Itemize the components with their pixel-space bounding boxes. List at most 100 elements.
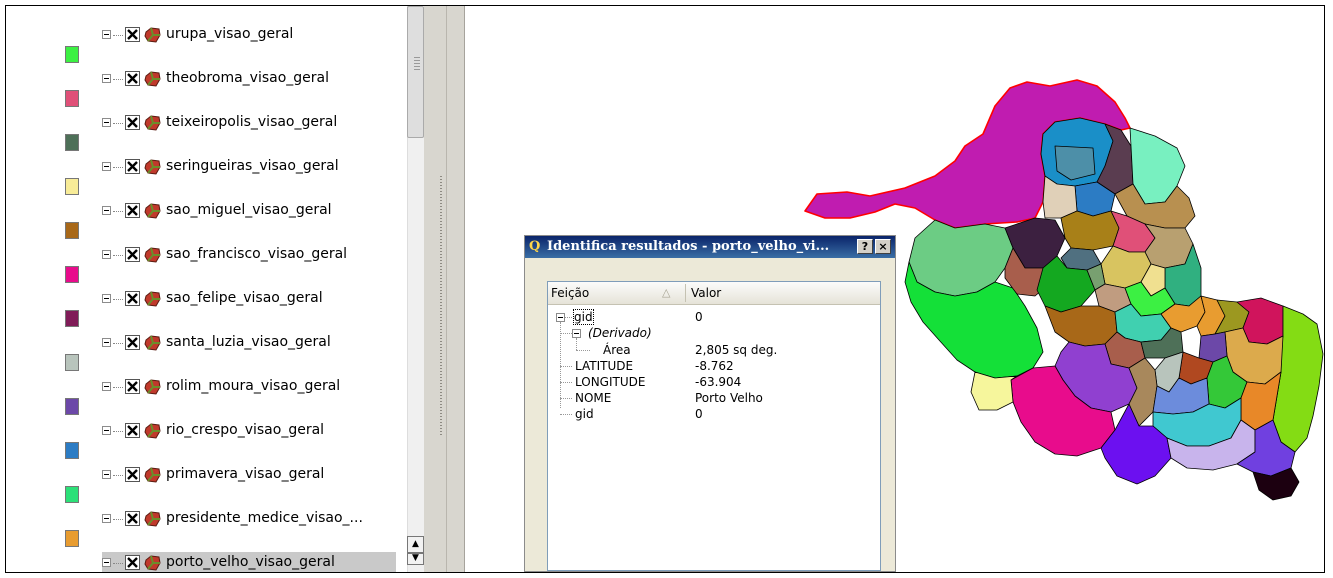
layer-visibility-checkbox[interactable]: [125, 159, 140, 174]
collapse-icon[interactable]: [556, 313, 565, 322]
collapse-icon[interactable]: [102, 162, 111, 171]
collapse-icon[interactable]: [102, 118, 111, 127]
scroll-down-button[interactable]: ▼: [407, 553, 424, 565]
layer-name[interactable]: sao_felipe_visao_geral: [166, 290, 323, 306]
panel-splitter[interactable]: [424, 6, 465, 572]
layer-row-head[interactable]: urupa_visao_geral: [102, 24, 396, 46]
layer-item[interactable]: sao_francisco_visao_geral: [6, 244, 407, 288]
layer-item[interactable]: urupa_visao_geral: [6, 24, 407, 68]
collapse-icon[interactable]: [102, 294, 111, 303]
layer-name[interactable]: rio_crespo_visao_geral: [166, 422, 324, 438]
collapse-icon[interactable]: [102, 470, 111, 479]
derived-group[interactable]: (Derivado): [588, 326, 652, 340]
layer-item[interactable]: porto_velho_visao_geral: [6, 552, 407, 572]
layer-row-head[interactable]: rolim_moura_visao_geral: [102, 376, 396, 398]
layer-name[interactable]: sao_miguel_visao_geral: [166, 202, 332, 218]
layer-color-swatch[interactable]: [65, 134, 79, 151]
layer-row-head[interactable]: seringueiras_visao_geral: [102, 156, 396, 178]
layer-row-head[interactable]: presidente_medice_visao_...: [102, 508, 396, 530]
close-button[interactable]: ×: [875, 239, 891, 254]
layer-name[interactable]: santa_luzia_visao_geral: [166, 334, 331, 350]
layer-item[interactable]: rolim_moura_visao_geral: [6, 376, 407, 420]
collapse-icon[interactable]: [102, 426, 111, 435]
layer-color-swatch[interactable]: [65, 486, 79, 503]
layer-name[interactable]: primavera_visao_geral: [166, 466, 324, 482]
layer-color-swatch[interactable]: [65, 310, 79, 327]
layer-color-swatch[interactable]: [65, 222, 79, 239]
layer-color-swatch[interactable]: [65, 398, 79, 415]
help-button[interactable]: ?: [857, 239, 873, 254]
layer-visibility-checkbox[interactable]: [125, 423, 140, 438]
column-value-header[interactable]: Valor: [691, 286, 721, 300]
layer-visibility-checkbox[interactable]: [125, 467, 140, 482]
layer-visibility-checkbox[interactable]: [125, 27, 140, 42]
layer-name[interactable]: porto_velho_visao_geral: [166, 554, 335, 570]
layer-row-head[interactable]: santa_luzia_visao_geral: [102, 332, 396, 354]
layer-name[interactable]: teixeiropolis_visao_geral: [166, 114, 337, 130]
layer-name[interactable]: sao_francisco_visao_geral: [166, 246, 347, 262]
results-tree[interactable]: Feição △ Valor gid 0 (Derivado) Área 2,8…: [547, 281, 881, 571]
layer-visibility-checkbox[interactable]: [125, 335, 140, 350]
layer-visibility-checkbox[interactable]: [125, 555, 140, 570]
check-icon: [127, 425, 138, 436]
scrollbar-thumb[interactable]: [407, 6, 424, 138]
layer-item[interactable]: santa_luzia_visao_geral: [6, 332, 407, 376]
layer-row-head[interactable]: sao_felipe_visao_geral: [102, 288, 396, 310]
layer-color-swatch[interactable]: [65, 178, 79, 195]
layer-color-swatch[interactable]: [65, 530, 79, 547]
layer-row-head[interactable]: primavera_visao_geral: [102, 464, 396, 486]
layer-color-swatch[interactable]: [65, 442, 79, 459]
column-feature-header[interactable]: Feição: [551, 286, 589, 300]
layer-item[interactable]: teixeiropolis_visao_geral: [6, 112, 407, 156]
area-value: 2,805 sq deg.: [695, 343, 778, 357]
layer-visibility-checkbox[interactable]: [125, 247, 140, 262]
layer-row-head[interactable]: teixeiropolis_visao_geral: [102, 112, 396, 134]
layer-visibility-checkbox[interactable]: [125, 115, 140, 130]
collapse-icon[interactable]: [102, 206, 111, 215]
splitter-edge: [446, 6, 447, 572]
layer-color-swatch[interactable]: [65, 90, 79, 107]
layer-row-head[interactable]: theobroma_visao_geral: [102, 68, 396, 90]
layer-color-swatch[interactable]: [65, 266, 79, 283]
collapse-icon[interactable]: [102, 558, 111, 567]
layer-visibility-checkbox[interactable]: [125, 291, 140, 306]
layer-item[interactable]: sao_miguel_visao_geral: [6, 200, 407, 244]
collapse-icon[interactable]: [102, 250, 111, 259]
layer-item[interactable]: primavera_visao_geral: [6, 464, 407, 508]
layer-row-head[interactable]: sao_francisco_visao_geral: [102, 244, 396, 266]
root-feature[interactable]: gid: [573, 309, 594, 325]
layer-color-swatch[interactable]: [65, 354, 79, 371]
check-icon: [127, 337, 138, 348]
attr-value: -8.762: [695, 359, 734, 373]
layer-visibility-checkbox[interactable]: [125, 511, 140, 526]
polygon-layer-icon: [144, 247, 161, 263]
collapse-icon[interactable]: [102, 30, 111, 39]
scroll-up-button[interactable]: ▲: [407, 536, 424, 553]
layer-item[interactable]: rio_crespo_visao_geral: [6, 420, 407, 464]
layer-visibility-checkbox[interactable]: [125, 379, 140, 394]
layer-visibility-checkbox[interactable]: [125, 71, 140, 86]
collapse-icon[interactable]: [102, 382, 111, 391]
layer-row-head[interactable]: rio_crespo_visao_geral: [102, 420, 396, 442]
layer-row-head[interactable]: porto_velho_visao_geral: [102, 552, 396, 572]
dialog-titlebar[interactable]: Q Identifica resultados - porto_velho_vi…: [525, 236, 895, 258]
layer-color-swatch[interactable]: [65, 46, 79, 63]
tree-connector: [113, 79, 123, 80]
layer-name[interactable]: seringueiras_visao_geral: [166, 158, 339, 174]
layer-name[interactable]: rolim_moura_visao_geral: [166, 378, 340, 394]
polygon-layer-icon: [144, 379, 161, 395]
layer-item[interactable]: presidente_medice_visao_...: [6, 508, 407, 552]
column-divider[interactable]: [685, 284, 686, 302]
layer-name[interactable]: urupa_visao_geral: [166, 26, 293, 42]
layer-name[interactable]: presidente_medice_visao_...: [166, 510, 363, 526]
collapse-icon[interactable]: [102, 514, 111, 523]
collapse-icon[interactable]: [572, 329, 581, 338]
layer-visibility-checkbox[interactable]: [125, 203, 140, 218]
layer-item[interactable]: sao_felipe_visao_geral: [6, 288, 407, 332]
layer-item[interactable]: theobroma_visao_geral: [6, 68, 407, 112]
layer-item[interactable]: seringueiras_visao_geral: [6, 156, 407, 200]
collapse-icon[interactable]: [102, 338, 111, 347]
layer-row-head[interactable]: sao_miguel_visao_geral: [102, 200, 396, 222]
collapse-icon[interactable]: [102, 74, 111, 83]
layer-name[interactable]: theobroma_visao_geral: [166, 70, 329, 86]
